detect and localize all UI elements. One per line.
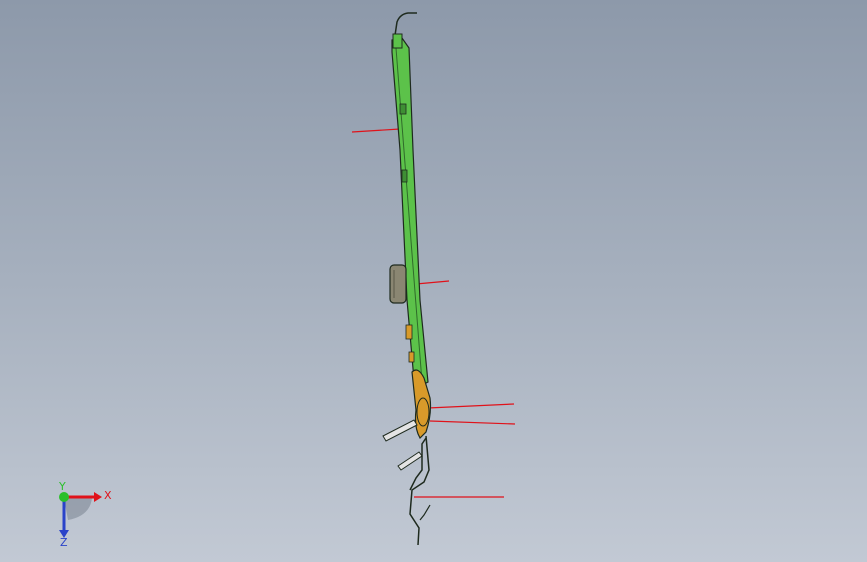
triad-z-label: Z xyxy=(60,536,68,548)
leader-line-3 xyxy=(427,403,515,409)
leader-line-1 xyxy=(351,128,401,133)
leader-line-2 xyxy=(415,280,450,285)
orientation-triad[interactable]: X Y Z xyxy=(46,482,116,548)
leader-line-4 xyxy=(429,420,516,425)
component-block[interactable] xyxy=(389,264,407,304)
triad-x-label: X xyxy=(104,489,112,502)
board-part-top xyxy=(392,33,403,49)
board-part-2 xyxy=(401,169,408,183)
model-view[interactable] xyxy=(0,0,867,562)
pin-1[interactable] xyxy=(382,419,418,442)
graphics-viewport[interactable]: X Y Z xyxy=(0,0,867,562)
triad-y-origin xyxy=(59,492,69,502)
pin-2[interactable] xyxy=(397,451,423,471)
leader-lines xyxy=(351,128,516,498)
triad-x-arrow xyxy=(94,492,102,502)
lower-bracket-tail xyxy=(419,504,431,521)
connector-part-1 xyxy=(405,324,413,340)
board-part-1 xyxy=(399,103,407,115)
triad-y-label: Y xyxy=(58,482,66,493)
connector-part-2 xyxy=(408,351,415,363)
triad-shadow xyxy=(64,498,92,520)
